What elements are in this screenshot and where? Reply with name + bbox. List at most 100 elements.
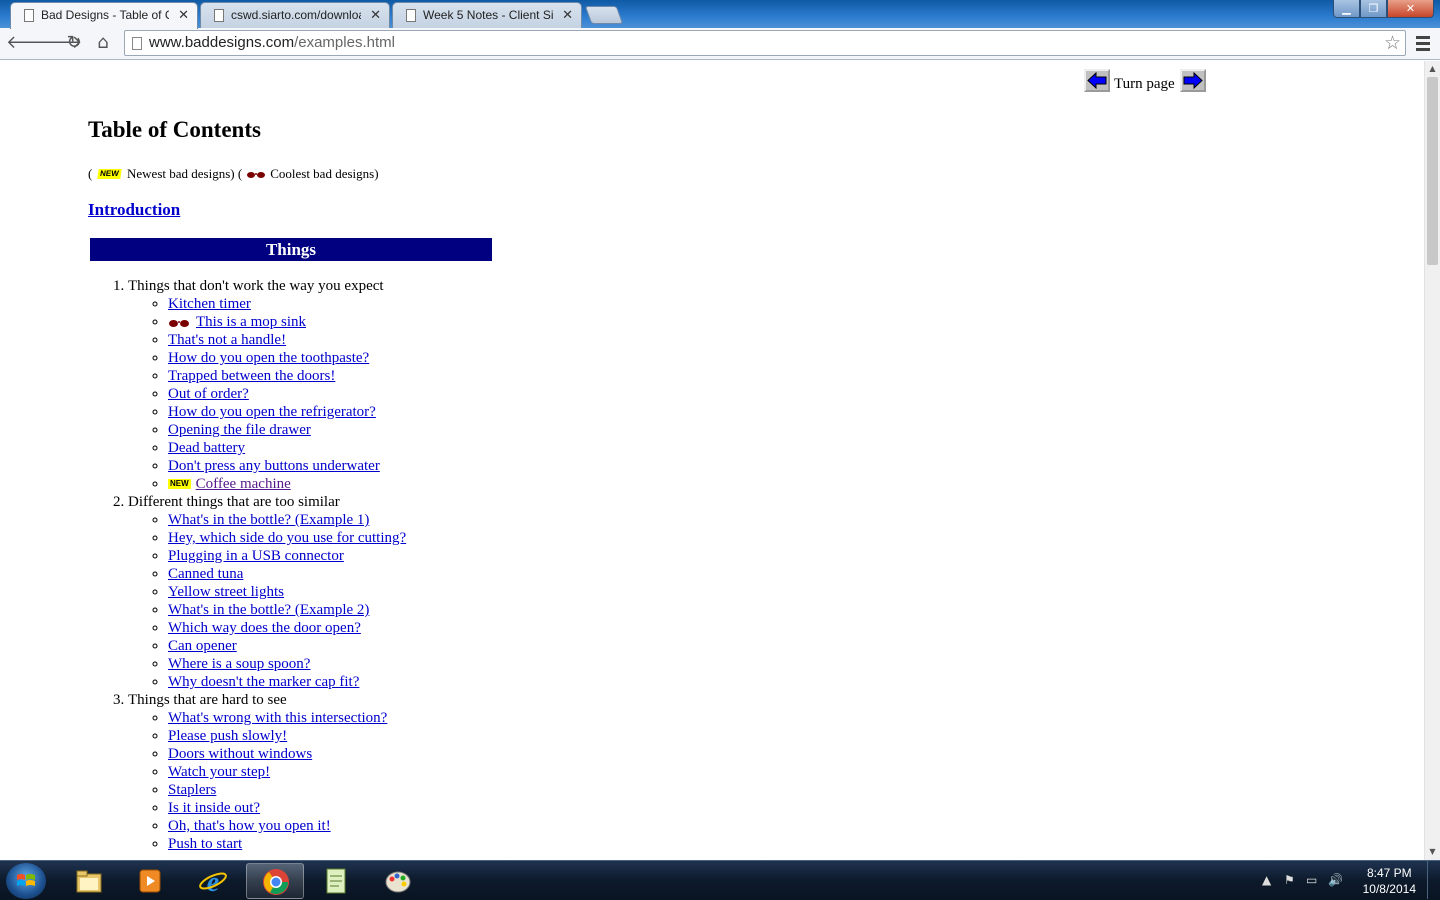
volume-icon[interactable]: 🔊	[1328, 873, 1343, 887]
example-link[interactable]: Hey, which side do you use for cutting?	[168, 530, 406, 546]
list-item: What's wrong with this intersection?	[168, 709, 406, 727]
section-heading: Things that are hard to see	[128, 692, 287, 708]
new-tab-button[interactable]	[584, 6, 624, 24]
example-link[interactable]: How do you open the refrigerator?	[168, 404, 376, 420]
list-item: Is it inside out?	[168, 799, 406, 817]
page-icon	[406, 9, 416, 22]
list-item: That's not a handle!	[168, 331, 406, 349]
example-link[interactable]: Can opener	[168, 638, 237, 654]
list-item: Plugging in a USB connector	[168, 547, 406, 565]
example-link[interactable]: Which way does the door open?	[168, 620, 361, 636]
paint-icon[interactable]	[369, 863, 427, 899]
example-link[interactable]: Watch your step!	[168, 764, 270, 780]
example-link[interactable]: Push to start	[168, 836, 242, 852]
bookmark-star-icon[interactable]: ☆	[1384, 31, 1401, 55]
list-item: Hey, which side do you use for cutting?	[168, 529, 406, 547]
example-link[interactable]: What's in the bottle? (Example 1)	[168, 512, 369, 528]
system-tray: ▲ ⚑ ▭ 🔊 8:47 PM 10/8/2014	[1250, 861, 1440, 899]
legend-paren: (	[234, 166, 243, 181]
scroll-down-icon[interactable]: ▼	[1425, 844, 1440, 860]
action-center-flag-icon[interactable]: ⚑	[1284, 873, 1295, 887]
page-icon	[214, 9, 224, 22]
back-arrow-icon[interactable]: 🡐	[6, 32, 54, 54]
example-link[interactable]: Is it inside out?	[168, 800, 260, 816]
close-tab-icon[interactable]: ✕	[178, 7, 189, 23]
clock[interactable]: 8:47 PM 10/8/2014	[1363, 865, 1416, 897]
example-link[interactable]: Trapped between the doors!	[168, 368, 335, 384]
media-player-icon[interactable]	[121, 863, 179, 899]
menu-icon[interactable]	[1416, 33, 1430, 53]
network-icon[interactable]: ▭	[1306, 873, 1317, 887]
start-button[interactable]	[6, 863, 46, 899]
left-arrow-icon	[1087, 72, 1107, 89]
close-tab-icon[interactable]: ✕	[562, 7, 573, 23]
show-hidden-icons-icon[interactable]: ▲	[1262, 873, 1271, 887]
forward-arrow-icon[interactable]: 🡒	[34, 32, 82, 54]
turn-page-label: Turn page	[1114, 76, 1175, 92]
list-item: How do you open the toothpaste?	[168, 349, 406, 367]
tab-bad-designs[interactable]: Bad Designs - Table of Co ✕	[10, 2, 198, 29]
address-bar[interactable]: www.baddesigns.com/examples.html ☆	[124, 30, 1406, 56]
home-icon[interactable]: ⌂	[92, 32, 114, 54]
example-link[interactable]: Coffee machine	[196, 476, 291, 492]
example-link[interactable]: How do you open the toothpaste?	[168, 350, 369, 366]
clock-date: 10/8/2014	[1362, 882, 1416, 896]
example-list: What's wrong with this intersection? Plea…	[128, 709, 406, 853]
example-link[interactable]: This is a mop sink	[196, 314, 306, 330]
example-link[interactable]: Staplers	[168, 782, 216, 798]
legend-paren: (	[88, 166, 93, 181]
list-item: Can opener	[168, 637, 406, 655]
example-link[interactable]: Kitchen timer	[168, 296, 251, 312]
section-heading: Different things that are too similar	[128, 494, 340, 510]
example-link[interactable]: What's wrong with this intersection?	[168, 710, 387, 726]
maximize-button[interactable]: ❐	[1360, 0, 1387, 18]
example-link[interactable]: Out of order?	[168, 386, 249, 402]
tab-cswd-siarto[interactable]: cswd.siarto.com/downloa ✕	[200, 2, 390, 28]
vertical-scrollbar[interactable]: ▲ ▼	[1424, 61, 1440, 860]
window-titlebar: Bad Designs - Table of Co ✕ cswd.siarto.…	[0, 0, 1440, 29]
example-link[interactable]: Opening the file drawer	[168, 422, 311, 438]
previous-page-button[interactable]	[1084, 69, 1110, 92]
list-item: Don't press any buttons underwater	[168, 457, 406, 475]
example-link[interactable]: Don't press any buttons underwater	[168, 458, 380, 474]
close-window-button[interactable]: ✕	[1387, 0, 1434, 18]
chrome-icon[interactable]	[246, 863, 304, 899]
example-link[interactable]: That's not a handle!	[168, 332, 286, 348]
example-link[interactable]: Please push slowly!	[168, 728, 287, 744]
svg-text:e: e	[207, 867, 219, 896]
list-item: Push to start	[168, 835, 406, 853]
turn-page-nav: Turn page	[1084, 69, 1206, 92]
example-list: What's in the bottle? (Example 1) Hey, wh…	[128, 511, 406, 691]
list-item: Where is a soup spoon?	[168, 655, 406, 673]
notepad-plus-icon[interactable]	[307, 863, 365, 899]
list-item: Which way does the door open?	[168, 619, 406, 637]
example-link[interactable]: Dead battery	[168, 440, 245, 456]
file-explorer-icon[interactable]	[60, 863, 118, 899]
tab-week5-notes[interactable]: Week 5 Notes - Client Side ✕	[392, 2, 582, 28]
example-link[interactable]: Why doesn't the marker cap fit?	[168, 674, 359, 690]
scroll-up-icon[interactable]: ▲	[1425, 61, 1440, 77]
list-item: What's in the bottle? (Example 1)	[168, 511, 406, 529]
list-item: What's in the bottle? (Example 2)	[168, 601, 406, 619]
reload-icon[interactable]: ↻	[63, 32, 85, 54]
list-item: Oh, that's how you open it!	[168, 817, 406, 835]
tab-title: Week 5 Notes - Client Side	[423, 8, 553, 22]
example-link[interactable]: Where is a soup spoon?	[168, 656, 310, 672]
windows-taskbar: e ▲ ⚑ ▭ 🔊 8:47 PM 10/8/2014	[0, 860, 1440, 900]
section-item: Different things that are too similarWha…	[128, 493, 406, 691]
things-section-banner: Things	[90, 238, 492, 261]
example-link[interactable]: Oh, that's how you open it!	[168, 818, 331, 834]
example-link[interactable]: Plugging in a USB connector	[168, 548, 344, 564]
example-link[interactable]: What's in the bottle? (Example 2)	[168, 602, 369, 618]
internet-explorer-icon[interactable]: e	[184, 863, 242, 899]
close-tab-icon[interactable]: ✕	[370, 7, 381, 23]
minimize-button[interactable]: ▁	[1333, 0, 1360, 18]
next-page-button[interactable]	[1179, 69, 1206, 92]
scroll-thumb[interactable]	[1427, 77, 1438, 265]
example-link[interactable]: Canned tuna	[168, 566, 243, 582]
introduction-link[interactable]: Introduction	[88, 200, 180, 220]
show-desktop-button[interactable]	[1427, 861, 1440, 899]
example-link[interactable]: Yellow street lights	[168, 584, 284, 600]
example-link[interactable]: Doors without windows	[168, 746, 312, 762]
tab-title: Bad Designs - Table of Co	[41, 8, 169, 22]
